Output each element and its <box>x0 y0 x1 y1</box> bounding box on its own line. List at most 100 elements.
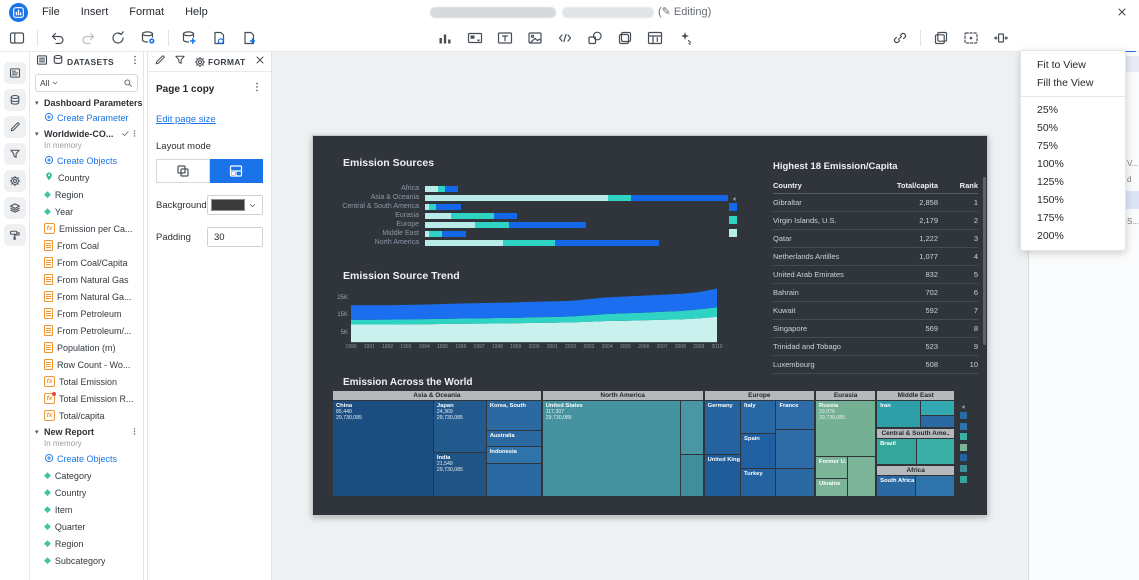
table-row[interactable]: Luxembourg50810 <box>773 356 978 374</box>
treemap-cell-australia[interactable]: Australia <box>487 431 541 446</box>
dataset-field-emission-per-ca[interactable]: fxEmission per Ca... <box>30 220 143 237</box>
kebab-menu-icon[interactable] <box>130 125 139 143</box>
layout-absolute-button[interactable] <box>156 159 210 183</box>
search-icon[interactable] <box>123 78 133 88</box>
panel-toggle-button[interactable] <box>5 26 29 50</box>
treemap-cell-south-africa[interactable]: South Africa <box>877 476 915 496</box>
zoom-menu-item-200[interactable]: 200% <box>1021 227 1125 245</box>
card-button[interactable] <box>463 26 487 50</box>
page-add-button[interactable] <box>237 26 261 50</box>
kebab-menu-icon[interactable] <box>251 80 263 98</box>
html-embed-button[interactable] <box>553 26 577 50</box>
zoom-menu-item-25[interactable]: 25% <box>1021 101 1125 119</box>
close-icon[interactable] <box>1112 2 1132 22</box>
dataset-group-worldwide-co[interactable]: ▾Worldwide-CO... <box>30 126 143 141</box>
dataset-field-item[interactable]: ◆Item <box>30 501 143 518</box>
zoom-menu-item-150[interactable]: 150% <box>1021 191 1125 209</box>
table-row[interactable]: Netherlands Antilles1,0774 <box>773 248 978 266</box>
treemap-cell-united-kingdom[interactable]: United Kingdom <box>705 455 740 496</box>
legend-swatch[interactable] <box>960 412 967 419</box>
image-button[interactable] <box>523 26 547 50</box>
dataset-field-from-petroleum[interactable]: From Petroleum/... <box>30 322 143 339</box>
dataset-field-from-petroleum[interactable]: From Petroleum <box>30 305 143 322</box>
dataset-field-country[interactable]: Country <box>30 169 143 186</box>
tree-expand-icon[interactable]: ▾ <box>35 130 44 138</box>
duplicate-button[interactable] <box>613 26 637 50</box>
dataset-field-subcategory[interactable]: ◆Subcategory <box>30 552 143 569</box>
select-marquee-button[interactable] <box>959 26 983 50</box>
dataset-field-country[interactable]: ◆Country <box>30 484 143 501</box>
tree-expand-icon[interactable]: ▾ <box>35 99 44 107</box>
treemap-cell-united-states[interactable]: United States117,30729,730,085 <box>543 401 680 496</box>
treemap-cell[interactable] <box>921 416 955 428</box>
layout-grid-button[interactable] <box>210 159 264 183</box>
table-row[interactable]: Gibraltar2,8581 <box>773 194 978 212</box>
copy-pages-button[interactable] <box>929 26 953 50</box>
table-row[interactable]: Bahrain7026 <box>773 284 978 302</box>
highest-emission-table[interactable]: Highest 18 Emission/Capita CountryTotal/… <box>769 153 986 353</box>
bar-chart-legend[interactable] <box>729 203 737 237</box>
dataset-field-category[interactable]: ◆Category <box>30 467 143 484</box>
pencil-tab[interactable] <box>154 53 166 71</box>
treemap-legend[interactable] <box>960 412 967 483</box>
legend-swatch[interactable] <box>729 203 737 211</box>
text-box-button[interactable] <box>493 26 517 50</box>
dataset-search-bar[interactable]: All <box>35 74 138 92</box>
format-tab[interactable]: FORMAT <box>194 56 246 68</box>
rail-pencil-button[interactable] <box>4 116 26 138</box>
dataset-field-total-emission[interactable]: fxTotal Emission <box>30 373 143 390</box>
rail-gear-button[interactable] <box>4 170 26 192</box>
menu-item-help[interactable]: Help <box>181 4 212 20</box>
menu-item-file[interactable]: File <box>38 4 64 20</box>
dataset-field-region[interactable]: ◆Region <box>30 535 143 552</box>
emission-world-treemap[interactable]: Emission Across the World Asia & Oceania… <box>333 376 983 500</box>
treemap-cell[interactable] <box>917 439 954 463</box>
treemap-cell[interactable] <box>681 401 702 454</box>
treemap-cell-iran[interactable]: Iran <box>877 401 919 427</box>
treemap-cell-france[interactable]: France <box>776 401 814 429</box>
treemap-cell[interactable] <box>487 464 541 496</box>
dataset-group-dashboard-parameters[interactable]: ▾Dashboard Parameters <box>30 95 143 110</box>
dataset-field-region[interactable]: ◆Region <box>30 186 143 203</box>
redo-button[interactable] <box>76 26 100 50</box>
legend-swatch[interactable] <box>960 433 967 440</box>
rail-list-panel-button[interactable] <box>4 62 26 84</box>
table-row[interactable]: Virgin Islands, U.S.2,1792 <box>773 212 978 230</box>
menu-item-insert[interactable]: Insert <box>77 4 113 20</box>
dataset-field-population-m[interactable]: Population (m) <box>30 339 143 356</box>
bar-eurasia[interactable]: Eurasia <box>331 211 734 220</box>
dataset-field-quarter[interactable]: ◆Quarter <box>30 518 143 535</box>
emission-sources-chart[interactable]: Emission Sources AfricaAsia & OceaniaCen… <box>331 146 756 256</box>
rail-database-button[interactable] <box>4 89 26 111</box>
bar-chart-button[interactable] <box>433 26 457 50</box>
zoom-menu-item-fit-to-view[interactable]: Fit to View <box>1021 56 1125 74</box>
legend-swatch[interactable] <box>960 476 967 483</box>
treemap-cell[interactable] <box>776 430 814 468</box>
zoom-menu-item-50[interactable]: 50% <box>1021 119 1125 137</box>
legend-swatch[interactable] <box>729 216 737 224</box>
table-row[interactable]: Kuwait5927 <box>773 302 978 320</box>
kebab-menu-icon[interactable] <box>130 423 139 441</box>
refresh-button[interactable] <box>106 26 130 50</box>
link-button[interactable] <box>888 26 912 50</box>
treemap-cell[interactable] <box>848 457 875 496</box>
dataset-field-row-count-wo[interactable]: Row Count - Wo... <box>30 356 143 373</box>
edit-page-size-link[interactable]: Edit page size <box>156 114 216 125</box>
treemap-cell-spain[interactable]: Spain <box>741 434 775 468</box>
treemap-cell-germany[interactable]: Germany <box>705 401 740 454</box>
bar-europe[interactable]: Europe <box>331 220 734 229</box>
legend-swatch[interactable] <box>960 454 967 461</box>
padding-input[interactable] <box>207 227 263 247</box>
treemap-cell-former-u-s-s-r[interactable]: Former U.S.S.R. <box>816 457 847 477</box>
filter-tab[interactable] <box>174 53 186 71</box>
treemap-cell-ukraine[interactable]: Ukraine <box>816 479 847 496</box>
dataset-field-total-capita[interactable]: fxTotal/capita <box>30 407 143 424</box>
rail-filter-button[interactable] <box>4 143 26 165</box>
treemap-cell-brazil[interactable]: Brazil <box>877 439 916 463</box>
kebab-menu-icon[interactable] <box>129 53 141 71</box>
treemap-cell[interactable] <box>921 401 955 415</box>
treemap-cell-italy[interactable]: Italy <box>741 401 775 433</box>
bar-asia-oceania[interactable]: Asia & Oceania <box>331 193 734 202</box>
design-canvas[interactable]: Emission Sources AfricaAsia & OceaniaCen… <box>272 52 1028 580</box>
undo-button[interactable] <box>46 26 70 50</box>
